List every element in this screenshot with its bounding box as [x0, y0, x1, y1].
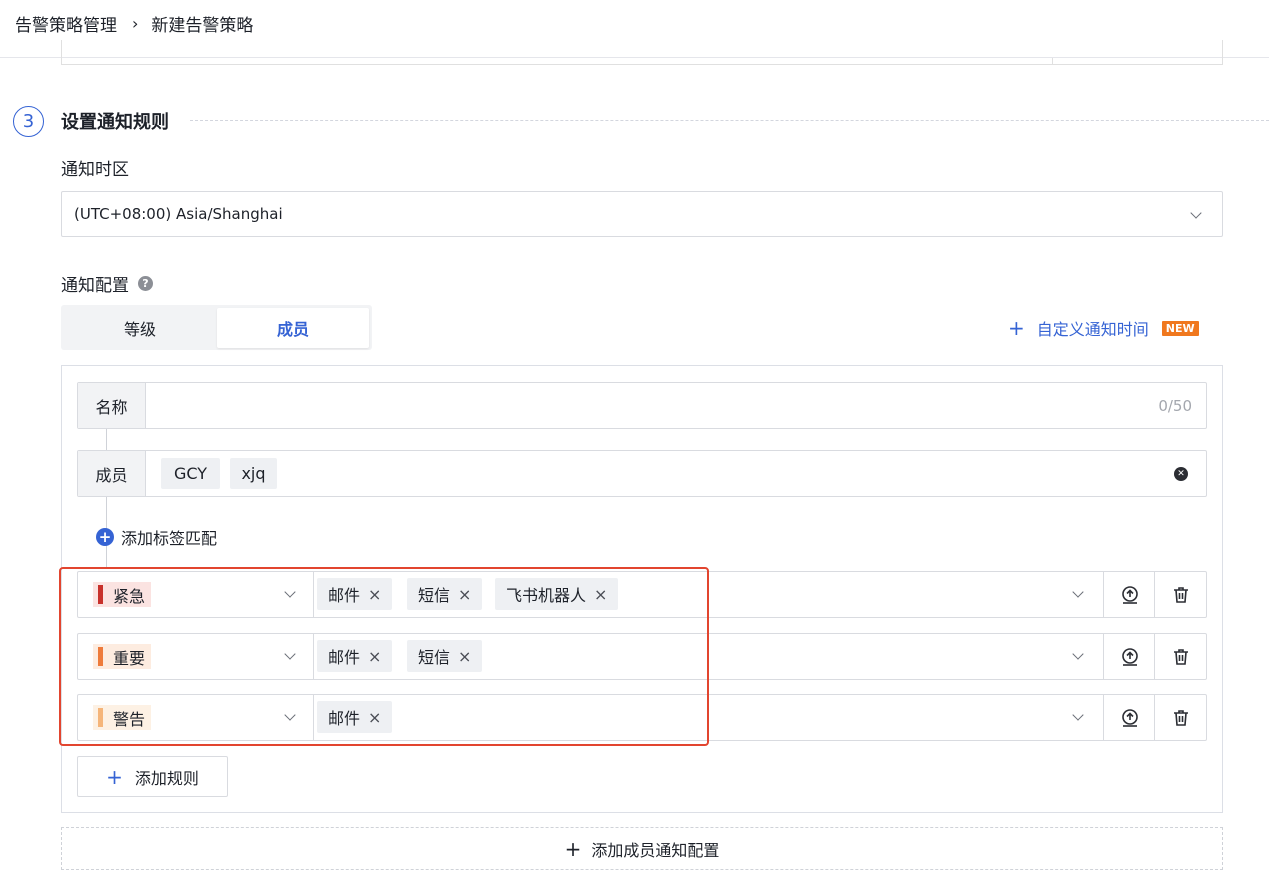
tab-level[interactable]: 等级: [64, 308, 216, 348]
upload-icon: [1121, 647, 1138, 666]
chevron-down-icon: [284, 586, 296, 598]
trash-icon: [1173, 648, 1188, 665]
level-label: 紧急: [113, 586, 146, 606]
rule-row: 紧急 邮件 × 短信 × 飞书机器人 ×: [77, 571, 1207, 618]
channel-chip: 短信 ×: [407, 578, 483, 610]
level-chip: 重要: [93, 644, 152, 669]
breadcrumb-separator-icon: ›: [132, 14, 139, 33]
channel-chip: 邮件 ×: [317, 578, 393, 610]
channel-label: 短信: [418, 586, 451, 605]
breadcrumb-current: 新建告警策略: [151, 16, 254, 36]
upgrade-button[interactable]: [1103, 634, 1155, 679]
new-badge: NEW: [1161, 320, 1199, 336]
name-char-count: 0/50: [1158, 396, 1192, 415]
level-select[interactable]: 警告: [78, 695, 314, 740]
channel-label: 邮件: [328, 586, 361, 605]
member-field-label: 成员: [78, 451, 146, 496]
step-divider: [190, 120, 1269, 121]
channel-chip: 邮件 ×: [317, 701, 393, 733]
clear-icon[interactable]: ✕: [1174, 467, 1188, 481]
channel-select[interactable]: 邮件 × 短信 ×: [314, 634, 1104, 679]
channel-chip: 邮件 ×: [317, 640, 393, 672]
remove-icon[interactable]: ×: [458, 647, 471, 666]
chevron-down-icon: [1072, 648, 1084, 660]
custom-notify-time-label: 自定义通知时间: [1036, 320, 1149, 339]
upload-icon: [1121, 585, 1138, 604]
level-color-bar: [98, 585, 103, 604]
add-tag-match-button[interactable]: + 添加标签匹配: [96, 525, 217, 549]
level-color-bar: [98, 708, 103, 727]
channel-label: 短信: [418, 648, 451, 667]
chevron-down-icon: [1072, 709, 1084, 721]
timezone-select[interactable]: (UTC+08:00) Asia/Shanghai: [61, 191, 1223, 237]
chevron-down-icon: [284, 648, 296, 660]
add-member-config-button[interactable]: + 添加成员通知配置: [61, 827, 1223, 870]
breadcrumb-parent-link[interactable]: 告警策略管理: [15, 11, 117, 36]
plus-circle-icon: +: [96, 528, 114, 546]
remove-icon[interactable]: ×: [368, 708, 381, 727]
timezone-label: 通知时区: [61, 160, 129, 180]
tab-member[interactable]: 成员: [217, 308, 369, 348]
custom-notify-time-link[interactable]: + 自定义通知时间 NEW: [1008, 316, 1199, 340]
chevron-down-icon: [1072, 586, 1084, 598]
question-circle-icon[interactable]: ?: [138, 276, 153, 291]
previous-section-field: [61, 40, 1223, 65]
previous-section-divider: [1052, 58, 1053, 65]
level-chip: 警告: [93, 705, 152, 730]
channel-chip: 飞书机器人 ×: [495, 578, 619, 610]
trash-icon: [1173, 709, 1188, 726]
chevron-down-icon: [1190, 207, 1202, 219]
add-rule-label: 添加规则: [134, 768, 199, 788]
add-member-config-label: 添加成员通知配置: [591, 840, 720, 860]
level-select[interactable]: 紧急: [78, 572, 314, 617]
channel-label: 邮件: [328, 648, 361, 667]
remove-icon[interactable]: ×: [368, 647, 381, 666]
breadcrumb: 告警策略管理 › 新建告警策略: [15, 11, 253, 36]
step-title: 设置通知规则: [61, 112, 169, 133]
upgrade-button[interactable]: [1103, 695, 1155, 740]
upload-icon: [1121, 708, 1138, 727]
level-label: 重要: [113, 648, 146, 668]
channel-select[interactable]: 邮件 ×: [314, 695, 1104, 740]
upgrade-button[interactable]: [1103, 572, 1155, 617]
level-color-bar: [98, 647, 103, 666]
channel-label: 飞书机器人: [506, 586, 587, 605]
member-chip[interactable]: GCY: [161, 458, 220, 489]
level-label: 警告: [113, 709, 146, 729]
plus-icon: +: [106, 764, 123, 789]
step-number-badge: 3: [13, 106, 44, 137]
timezone-value: (UTC+08:00) Asia/Shanghai: [74, 205, 283, 223]
notify-config-label: 通知配置 ?: [61, 271, 153, 296]
notify-config-tabs: 等级 成员: [61, 305, 372, 350]
rule-row: 重要 邮件 × 短信 ×: [77, 633, 1207, 680]
rule-row: 警告 邮件 ×: [77, 694, 1207, 741]
member-chip[interactable]: xjq: [230, 458, 277, 489]
channel-label: 邮件: [328, 709, 361, 728]
name-field-label: 名称: [78, 383, 146, 428]
name-input[interactable]: 名称 0/50: [77, 382, 1207, 429]
delete-button[interactable]: [1154, 572, 1206, 617]
remove-icon[interactable]: ×: [368, 585, 381, 604]
trash-icon: [1173, 586, 1188, 603]
member-select[interactable]: 成员 GCY xjq ✕: [77, 450, 1207, 497]
delete-button[interactable]: [1154, 634, 1206, 679]
channel-chip: 短信 ×: [407, 640, 483, 672]
plus-icon: +: [1008, 316, 1025, 340]
add-rule-button[interactable]: + 添加规则: [77, 756, 228, 797]
level-select[interactable]: 重要: [78, 634, 314, 679]
remove-icon[interactable]: ×: [594, 585, 607, 604]
level-chip: 紧急: [93, 582, 152, 607]
remove-icon[interactable]: ×: [458, 585, 471, 604]
notify-config-label-text: 通知配置: [61, 276, 129, 296]
chevron-down-icon: [284, 709, 296, 721]
delete-button[interactable]: [1154, 695, 1206, 740]
channel-select[interactable]: 邮件 × 短信 × 飞书机器人 ×: [314, 572, 1104, 617]
add-tag-match-label: 添加标签匹配: [121, 529, 218, 548]
plus-icon: +: [564, 836, 582, 861]
